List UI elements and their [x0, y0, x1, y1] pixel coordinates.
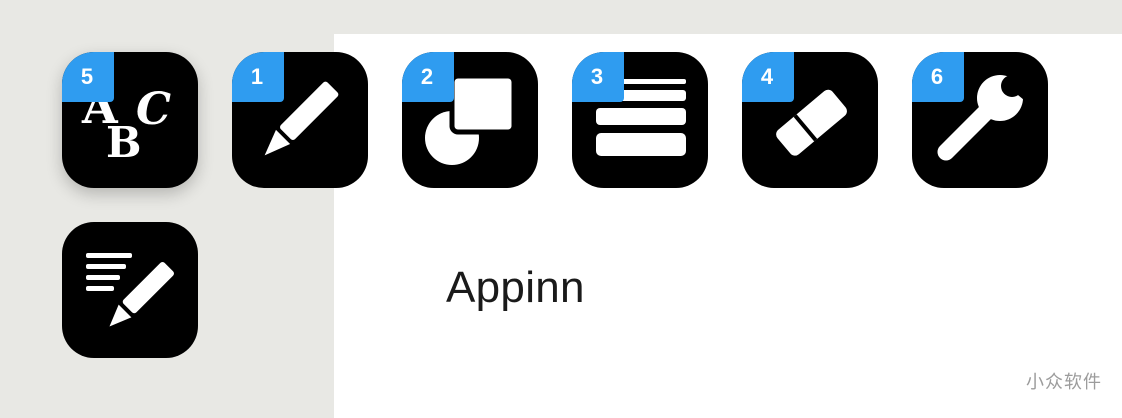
- shortcut-badge: 5: [62, 52, 114, 102]
- text-tool-button[interactable]: A C B 5: [62, 52, 198, 188]
- abc-text-icon-b: B: [106, 118, 142, 167]
- shapes-tool-button[interactable]: 2: [402, 52, 538, 188]
- canvas-text[interactable]: Appinn: [446, 266, 585, 310]
- settings-tool-button[interactable]: 6: [912, 52, 1048, 188]
- text-pencil-icon: [86, 253, 174, 327]
- shortcut-badge: 4: [742, 52, 794, 102]
- shortcut-badge: 6: [912, 52, 964, 102]
- line-weight-tool-button[interactable]: 3: [572, 52, 708, 188]
- pencil-tool-button[interactable]: 1: [232, 52, 368, 188]
- shortcut-badge: 2: [402, 52, 454, 102]
- eraser-tool-button[interactable]: 4: [742, 52, 878, 188]
- watermark: 小众软件: [1026, 372, 1102, 393]
- annotate-tool-button[interactable]: [62, 222, 198, 358]
- shortcut-badge: 3: [572, 52, 624, 102]
- shortcut-badge: 1: [232, 52, 284, 102]
